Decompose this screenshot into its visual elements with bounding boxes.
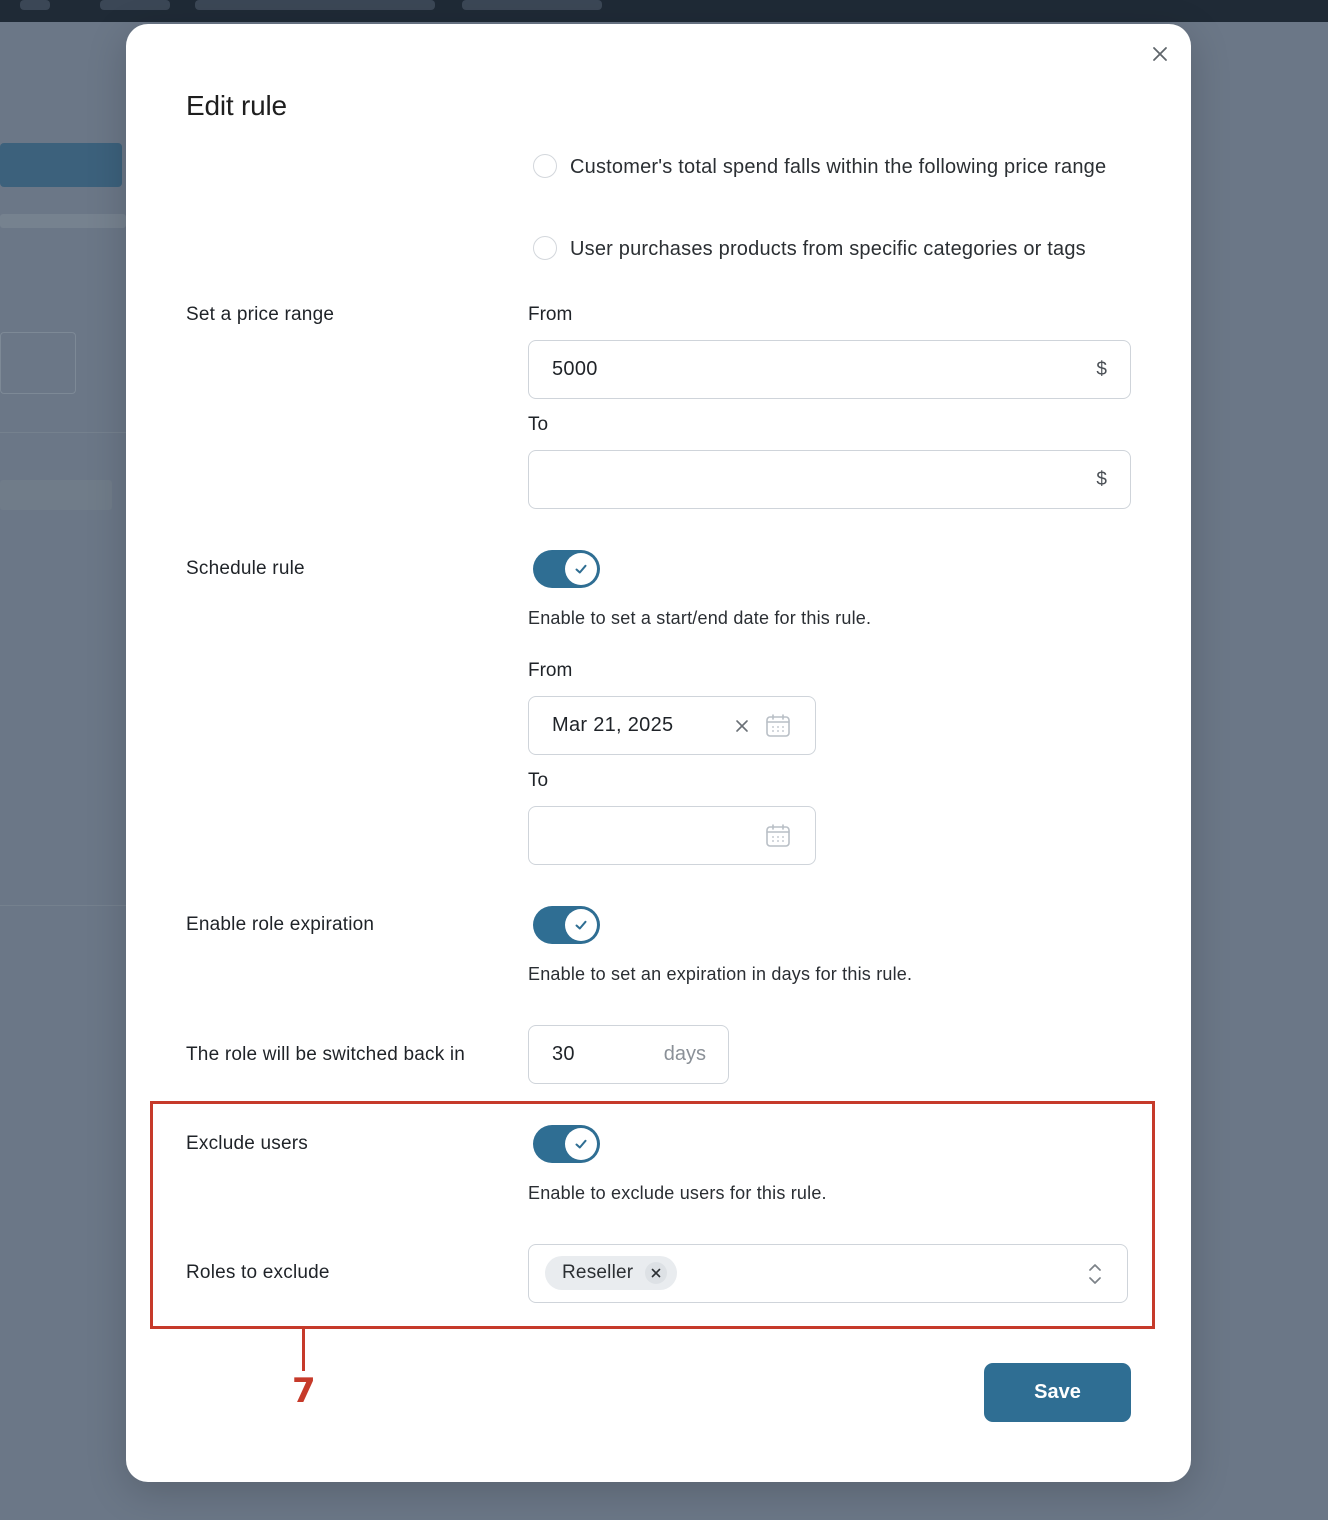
price-range-label: Set a price range — [186, 304, 335, 325]
price-from-input[interactable]: 5000 $ — [528, 340, 1131, 399]
schedule-rule-label: Schedule rule — [186, 558, 305, 579]
background-divider — [0, 905, 126, 906]
background-divider — [0, 432, 126, 433]
annotation-number: 7 — [292, 1371, 316, 1411]
calendar-button[interactable] — [765, 823, 791, 849]
price-to-label: To — [528, 414, 549, 435]
toggle-knob — [565, 553, 597, 585]
expiration-days-value: 30 — [552, 1043, 575, 1065]
background-topbar — [0, 0, 1328, 22]
annotation-pointer-line — [302, 1329, 305, 1371]
background-card — [0, 332, 76, 394]
calendar-button[interactable] — [765, 713, 791, 739]
days-unit: days — [663, 1043, 706, 1065]
schedule-from-label: From — [528, 660, 573, 681]
annotation-highlight-box — [150, 1101, 1155, 1329]
role-expiration-label: Enable role expiration — [186, 914, 375, 935]
condition-option-total-spend[interactable]: Customer's total spend falls within the … — [533, 151, 1140, 183]
calendar-icon[interactable] — [765, 713, 791, 739]
expiration-days-input[interactable]: 30 days — [528, 1025, 729, 1084]
schedule-help-text: Enable to set a start/end date for this … — [528, 608, 872, 628]
clear-icon[interactable] — [735, 719, 749, 733]
schedule-rule-toggle[interactable] — [533, 550, 600, 588]
close-button[interactable] — [1148, 42, 1172, 66]
role-expiration-help-text: Enable to set an expiration in days for … — [528, 964, 913, 984]
condition-option-categories[interactable]: User purchases products from specific ca… — [533, 233, 1140, 265]
toggle-knob — [565, 909, 597, 941]
checkmark-icon — [575, 564, 587, 574]
calendar-icon[interactable] — [765, 823, 791, 849]
schedule-to-label: To — [528, 770, 549, 791]
radio-button[interactable] — [533, 236, 557, 260]
price-from-label: From — [528, 304, 573, 325]
checkmark-icon — [575, 920, 587, 930]
background-button — [0, 143, 122, 187]
clear-date-button[interactable] — [735, 719, 749, 733]
schedule-from-value: Mar 21, 2025 — [552, 714, 674, 736]
role-expiration-toggle[interactable] — [533, 906, 600, 944]
currency-symbol: $ — [1096, 358, 1107, 380]
price-to-input[interactable]: $ — [528, 450, 1131, 509]
radio-button[interactable] — [533, 154, 557, 178]
modal-title: Edit rule — [186, 90, 287, 121]
save-button[interactable]: Save — [984, 1363, 1131, 1422]
schedule-to-date-input[interactable] — [528, 806, 816, 865]
background-heading — [0, 480, 112, 510]
price-from-value: 5000 — [552, 358, 598, 380]
currency-symbol: $ — [1096, 468, 1107, 490]
condition-option-label: Customer's total spend falls within the … — [570, 156, 1107, 178]
close-icon[interactable] — [1151, 45, 1169, 63]
background-text — [0, 214, 126, 228]
condition-option-label: User purchases products from specific ca… — [570, 238, 1086, 260]
schedule-from-date-input[interactable]: Mar 21, 2025 — [528, 696, 816, 755]
switch-back-label: The role will be switched back in — [186, 1044, 466, 1065]
